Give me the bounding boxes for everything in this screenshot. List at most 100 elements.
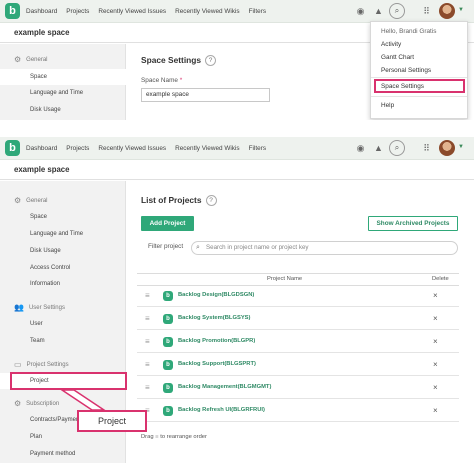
project-menu-highlight bbox=[10, 372, 127, 390]
drag-handle-icon[interactable]: ≡ bbox=[145, 314, 150, 324]
nav-dashboard[interactable]: Dashboard bbox=[26, 8, 57, 15]
delete-icon[interactable]: × bbox=[433, 291, 438, 300]
space-header: example space bbox=[0, 161, 474, 180]
search-icon: ⌕ bbox=[196, 244, 200, 251]
add-project-button[interactable]: Add Project bbox=[141, 216, 194, 231]
eye-icon[interactable]: ◉ bbox=[355, 6, 366, 17]
sidebar-item-team[interactable]: Team bbox=[30, 338, 45, 344]
nav-filters[interactable]: Filters bbox=[249, 145, 266, 152]
chevron-down-icon[interactable]: ▼ bbox=[458, 144, 464, 150]
project-name-link[interactable]: Backlog System(BLGSYS) bbox=[178, 315, 250, 321]
sidebar-section-subscription: ⚙ Subscription bbox=[14, 399, 60, 408]
nav-recently-viewed-wikis[interactable]: Recently Viewed Wikis bbox=[175, 145, 240, 152]
delete-icon[interactable]: × bbox=[433, 383, 438, 392]
bell-icon[interactable]: ▲ bbox=[373, 6, 384, 17]
column-header-delete: Delete bbox=[432, 276, 449, 282]
sidebar-item-plan[interactable]: Plan bbox=[30, 434, 42, 440]
project-name-link[interactable]: Backlog Refresh UI(BLGRFRUI) bbox=[178, 407, 265, 413]
top-navigation-bar: b Dashboard Projects Recently Viewed Iss… bbox=[0, 0, 474, 23]
menu-item-gantt-chart[interactable]: Gantt Chart bbox=[381, 54, 414, 61]
sidebar-item-disk-usage[interactable]: Disk Usage bbox=[30, 248, 61, 254]
delete-icon[interactable]: × bbox=[433, 360, 438, 369]
drag-handle-icon[interactable]: ≡ bbox=[145, 360, 150, 370]
bell-icon[interactable]: ▲ bbox=[373, 143, 384, 154]
menu-item-personal-settings[interactable]: Personal Settings bbox=[381, 67, 431, 74]
grid-icon[interactable]: ⠿ bbox=[421, 6, 432, 17]
eye-icon[interactable]: ◉ bbox=[355, 143, 366, 154]
drag-handle-icon[interactable]: ≡ bbox=[145, 383, 150, 393]
global-nav: Dashboard Projects Recently Viewed Issue… bbox=[26, 137, 266, 160]
table-row: ≡ b Backlog Refresh UI(BLGRFRUI) × bbox=[137, 401, 459, 422]
delete-icon[interactable]: × bbox=[433, 337, 438, 346]
settings-sidebar: ⚙ General Space Language and Time Disk U… bbox=[0, 44, 126, 120]
nav-filters[interactable]: Filters bbox=[249, 8, 266, 15]
avatar[interactable] bbox=[439, 140, 455, 156]
sidebar-item-information[interactable]: Information bbox=[30, 281, 60, 287]
sidebar-item-disk-usage[interactable]: Disk Usage bbox=[30, 107, 61, 113]
space-name-label: Space Name * bbox=[141, 77, 183, 84]
sidebar-item-payment-method[interactable]: Payment method bbox=[30, 451, 75, 457]
project-icon: b bbox=[163, 291, 173, 301]
users-icon: 👥 bbox=[14, 303, 24, 312]
help-icon[interactable]: ? bbox=[205, 55, 217, 67]
project-name-link[interactable]: Backlog Support(BLGSPRT) bbox=[178, 361, 256, 367]
filter-placeholder: Search in project name or project key bbox=[206, 244, 309, 251]
delete-icon[interactable]: × bbox=[433, 406, 438, 415]
project-icon: b bbox=[163, 360, 173, 370]
folder-icon: ▭ bbox=[14, 360, 22, 369]
menu-item-activity[interactable]: Activity bbox=[381, 41, 401, 48]
search-icon[interactable]: ⌕ bbox=[389, 140, 405, 156]
nav-dashboard[interactable]: Dashboard bbox=[26, 145, 57, 152]
screenshot-space-settings: b Dashboard Projects Recently Viewed Iss… bbox=[0, 0, 474, 120]
filter-project-label: Filter project bbox=[148, 243, 184, 250]
search-icon[interactable]: ⌕ bbox=[389, 3, 405, 19]
chevron-down-icon[interactable]: ▼ bbox=[458, 7, 464, 13]
gear-icon: ⚙ bbox=[14, 196, 22, 205]
page-title: List of Projects? bbox=[141, 195, 217, 207]
table-row: ≡ b Backlog Design(BLGDSGN) × bbox=[137, 286, 459, 307]
project-icon: b bbox=[163, 337, 173, 347]
sidebar-item-space[interactable]: Space bbox=[30, 214, 47, 220]
nav-recently-viewed-issues[interactable]: Recently Viewed Issues bbox=[98, 145, 166, 152]
space-name-input[interactable]: example space bbox=[141, 88, 270, 102]
table-top-border bbox=[137, 273, 459, 274]
nav-recently-viewed-issues[interactable]: Recently Viewed Issues bbox=[98, 8, 166, 15]
space-title: example space bbox=[14, 28, 70, 37]
drag-handle-icon[interactable]: ≡ bbox=[145, 337, 150, 347]
sidebar-item-language-and-time[interactable]: Language and Time bbox=[30, 90, 83, 96]
sidebar-item-access-control[interactable]: Access Control bbox=[30, 265, 70, 271]
page-title: Space Settings? bbox=[141, 55, 217, 67]
backlog-logo-icon[interactable]: b bbox=[5, 3, 20, 19]
sidebar-section-project-settings: ▭ Project Settings bbox=[14, 360, 69, 369]
sidebar-item-space[interactable]: Space bbox=[0, 69, 126, 85]
sidebar-item-contracts-payment[interactable]: Contracts/Payment bbox=[30, 417, 81, 423]
grid-icon[interactable]: ⠿ bbox=[421, 143, 432, 154]
table-row: ≡ b Backlog Support(BLGSPRT) × bbox=[137, 355, 459, 376]
global-nav: Dashboard Projects Recently Viewed Issue… bbox=[26, 0, 266, 23]
gear-icon: ⚙ bbox=[14, 55, 22, 64]
drag-handle-icon[interactable]: ≡ bbox=[145, 291, 150, 301]
filter-project-input[interactable]: ⌕ Search in project name or project key bbox=[191, 241, 458, 255]
avatar[interactable] bbox=[439, 3, 455, 19]
top-navigation-bar: b Dashboard Projects Recently Viewed Iss… bbox=[0, 137, 474, 160]
menu-divider bbox=[371, 96, 467, 97]
nav-recently-viewed-wikis[interactable]: Recently Viewed Wikis bbox=[175, 8, 240, 15]
menu-item-help[interactable]: Help bbox=[381, 102, 394, 109]
sidebar-section-general: ⚙ General bbox=[14, 196, 48, 205]
table-row: ≡ b Backlog Management(BLGMGMT) × bbox=[137, 378, 459, 399]
help-icon[interactable]: ? bbox=[205, 195, 217, 207]
project-name-link[interactable]: Backlog Promotion(BLGPR) bbox=[178, 338, 255, 344]
sidebar-item-user[interactable]: User bbox=[30, 321, 43, 327]
menu-divider bbox=[371, 77, 467, 78]
nav-projects[interactable]: Projects bbox=[66, 8, 89, 15]
project-name-link[interactable]: Backlog Design(BLGDSGN) bbox=[178, 292, 254, 298]
user-menu-dropdown: Hello, Brandi Gratis Activity Gantt Char… bbox=[370, 21, 468, 119]
space-title: example space bbox=[14, 165, 70, 174]
gear-icon: ⚙ bbox=[14, 399, 22, 408]
nav-projects[interactable]: Projects bbox=[66, 145, 89, 152]
project-name-link[interactable]: Backlog Management(BLGMGMT) bbox=[178, 384, 271, 390]
backlog-logo-icon[interactable]: b bbox=[5, 140, 20, 156]
show-archived-projects-button[interactable]: Show Archived Projects bbox=[368, 216, 458, 231]
sidebar-item-language-and-time[interactable]: Language and Time bbox=[30, 231, 83, 237]
delete-icon[interactable]: × bbox=[433, 314, 438, 323]
